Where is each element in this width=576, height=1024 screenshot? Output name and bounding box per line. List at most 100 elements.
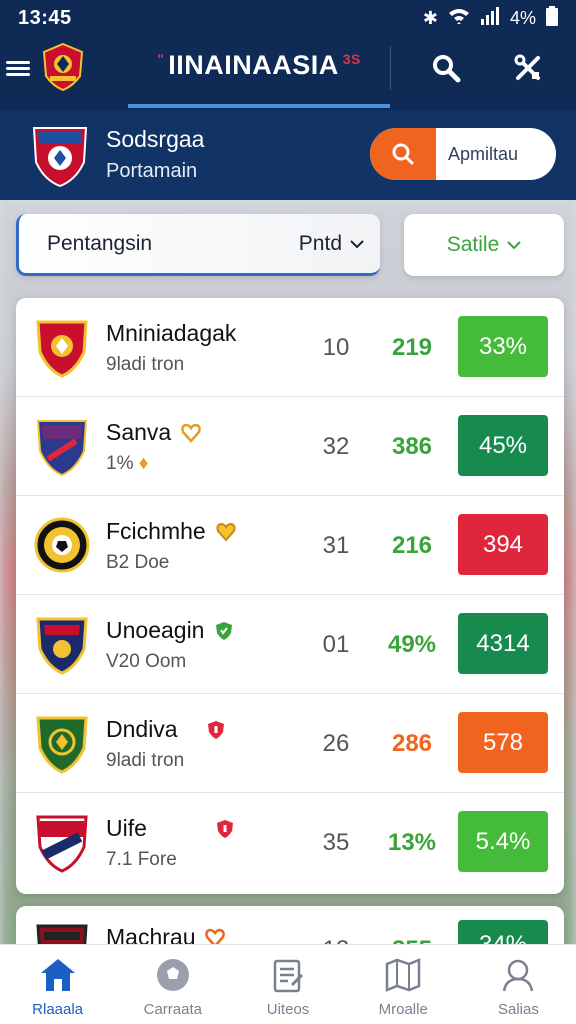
shield-icon: [206, 719, 226, 741]
menu-icon[interactable]: [6, 58, 30, 78]
heart-icon: [181, 422, 202, 444]
team-percent-badge: 5.4%: [458, 811, 548, 872]
team-stat-2: 286: [391, 730, 433, 757]
title-tag-right: 3S: [342, 51, 361, 67]
nav-tab-label: Carraata: [143, 1001, 202, 1018]
team-subtitle-text: 1%: [106, 453, 134, 474]
battery-text: 4%: [509, 7, 536, 28]
status-filter-dropdown[interactable]: Satile: [404, 214, 564, 276]
signal-icon: [480, 6, 500, 30]
team-stat-1: 10: [322, 334, 350, 361]
team-percent-badge: 578: [458, 712, 548, 773]
appbar-divider: [390, 46, 391, 90]
nav-tab-profile[interactable]: Salias: [461, 945, 576, 1024]
home-icon: [38, 955, 78, 995]
team-stat-1: 32: [322, 433, 350, 460]
team-stat-1: 35: [322, 829, 350, 856]
bottom-navigation: Rlaaala Carraata Uiteos Mroalle Salias: [0, 944, 576, 1024]
team-percent-badge: 33%: [458, 316, 548, 377]
team-stat-1: 31: [322, 532, 350, 559]
team-stat-2: 216: [391, 532, 433, 559]
team-badge-icon: [34, 811, 90, 873]
nav-tab-map[interactable]: Mroalle: [346, 945, 461, 1024]
nav-tab-label: Rlaaala: [32, 1001, 84, 1018]
team-row[interactable]: Mniniadagak 9ladi tron 10 219 33%: [16, 298, 564, 397]
chevron-down-icon: [507, 241, 521, 250]
team-name: Fcichmhe: [106, 518, 236, 545]
team-badge-icon: [34, 613, 90, 675]
team-row[interactable]: Fcichmhe B2 Doe 31 216 394: [16, 496, 564, 595]
team-subtitle: 7.1 Fore: [106, 849, 177, 870]
nav-tab-label: Uiteos: [266, 1001, 310, 1018]
search-field[interactable]: Apmiltau: [370, 128, 556, 180]
pin-icon: ♦: [138, 453, 149, 474]
team-name: Sanva: [106, 419, 202, 446]
team-badge-icon: [34, 415, 90, 477]
team-name-text: Mniniadagak: [106, 320, 237, 346]
app-logo[interactable]: [40, 42, 86, 92]
status-bar: 13:45 ✱ 4%: [0, 0, 576, 36]
team-row[interactable]: Sanva 1% ♦ 32 386 45%: [16, 397, 564, 496]
team-name-text: Unoeagin: [106, 617, 205, 643]
app-title: " IINAINAASIA 3S: [128, 50, 390, 81]
team-subtitle: 9ladi tron: [106, 354, 185, 375]
team-subtitle: B2 Doe: [106, 552, 170, 573]
sort-filter-value-text: Pntd: [298, 231, 342, 255]
shield-icon: [215, 818, 235, 840]
team-subtitle: 9ladi tron: [106, 750, 185, 771]
app-title-text: IINAINAASIA: [168, 50, 339, 80]
team-name: Dndiva: [106, 716, 226, 743]
sort-filter-label: Pentangsin: [47, 231, 153, 255]
nav-tab-home[interactable]: Rlaaala: [0, 945, 115, 1024]
search-button[interactable]: [370, 128, 436, 180]
nav-tab-label: Mroalle: [378, 1001, 428, 1018]
ball-icon: [153, 955, 193, 995]
title-tab-indicator: [128, 104, 390, 108]
tools-icon[interactable]: [510, 50, 546, 86]
team-stat-2: 219: [391, 334, 433, 361]
team-stat-2: 49%: [387, 631, 437, 658]
search-input[interactable]: Apmiltau: [436, 128, 556, 180]
search-icon[interactable]: [428, 50, 464, 86]
team-percent-badge: 4314: [458, 613, 548, 674]
team-list-card: Mniniadagak 9ladi tron 10 219 33% Sanva …: [16, 298, 564, 894]
nav-tab-videos[interactable]: Uiteos: [230, 945, 345, 1024]
app-bar: " IINAINAASIA 3S: [0, 36, 576, 110]
team-row[interactable]: Uife 7.1 Fore 35 13% 5.4%: [16, 793, 564, 892]
team-name-text: Dndiva: [106, 716, 178, 742]
wifi-icon: [448, 7, 470, 30]
status-time: 13:45: [18, 6, 72, 29]
team-badge-icon: [34, 712, 90, 774]
club-name: Sodsrgaa: [106, 126, 205, 152]
team-row[interactable]: Unoeagin V20 Oom 01 49% 4314: [16, 595, 564, 694]
team-name: Uife: [106, 815, 235, 842]
user-icon: [498, 955, 538, 995]
club-crest-icon: [30, 122, 90, 188]
sort-filter-value: Pntd: [299, 232, 364, 256]
team-row[interactable]: Dndiva 9ladi tron 26 286 578: [16, 694, 564, 793]
team-stat-2: 13%: [387, 829, 437, 856]
team-stat-1: 01: [322, 631, 350, 658]
team-percent-badge: 394: [458, 514, 548, 575]
nav-tab-matches[interactable]: Carraata: [115, 945, 230, 1024]
team-stat-1: 26: [322, 730, 350, 757]
chevron-down-icon: [350, 239, 364, 248]
team-name-text: Uife: [106, 815, 147, 841]
team-name-text: Sanva: [106, 419, 172, 445]
battery-icon: [546, 5, 558, 31]
team-name-text: Fcichmhe: [106, 518, 206, 544]
nav-tab-label: Salias: [497, 1001, 539, 1018]
clipboard-icon: [268, 955, 308, 995]
shield-icon: [214, 620, 234, 642]
heart-icon: [216, 521, 236, 543]
search-icon: [392, 143, 414, 165]
club-subtitle: Portamain: [106, 160, 198, 182]
team-badge-icon: [34, 316, 90, 378]
map-icon: [383, 955, 423, 995]
bluetooth-icon: ✱: [422, 7, 438, 28]
team-percent-badge: 45%: [458, 415, 548, 476]
team-badge-icon: [34, 514, 90, 576]
sort-filter-dropdown[interactable]: Pentangsin Pntd: [16, 214, 380, 276]
club-header: Sodsrgaa Portamain Apmiltau: [0, 110, 576, 200]
title-tag-left: ": [157, 51, 165, 67]
